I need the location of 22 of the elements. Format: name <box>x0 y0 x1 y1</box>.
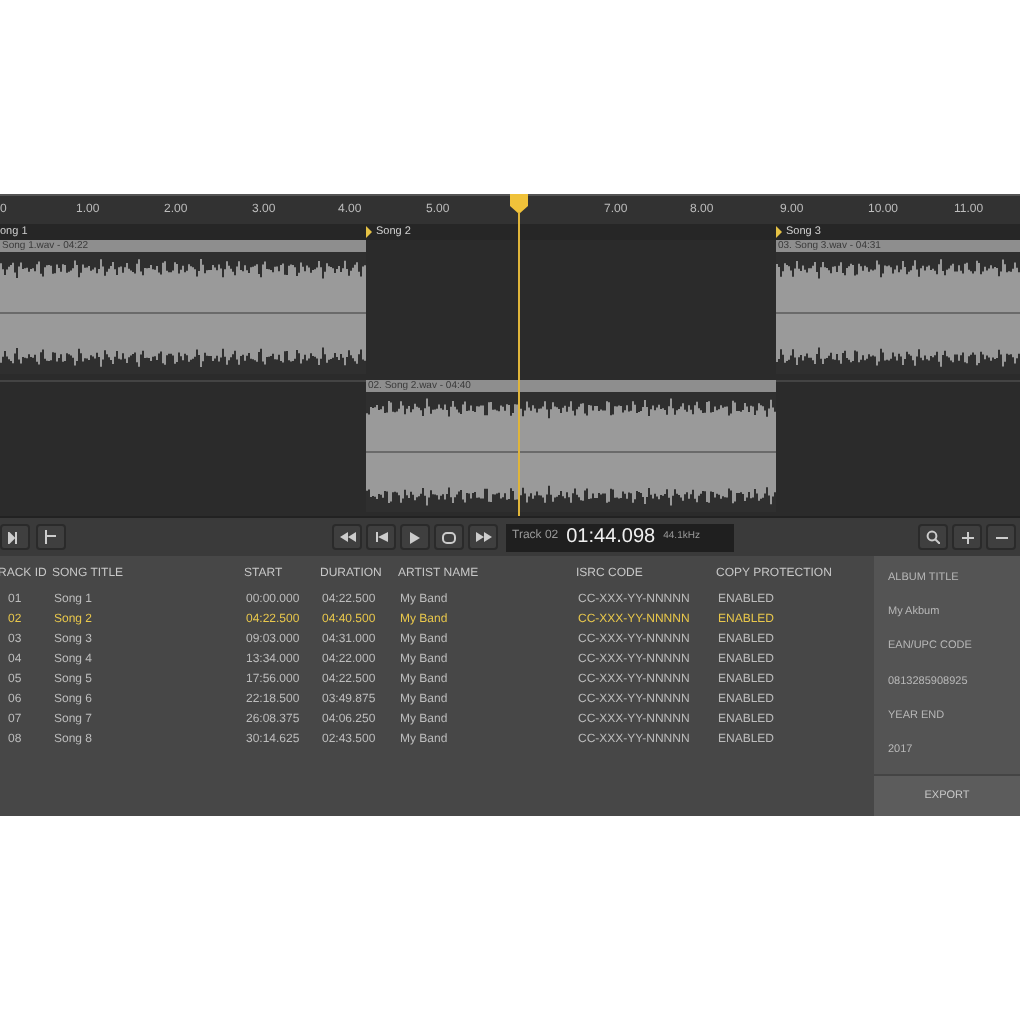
skip-back-icon <box>375 532 387 542</box>
fast-forward-button[interactable] <box>468 524 498 550</box>
marker-icon <box>44 530 58 544</box>
rewind-button[interactable] <box>332 524 362 550</box>
playhead-drawing[interactable] <box>510 194 528 516</box>
marker-button[interactable] <box>36 524 66 550</box>
split-icon <box>7 531 23 543</box>
minus-icon <box>995 531 1007 543</box>
loop-button[interactable] <box>434 524 464 550</box>
play-button[interactable] <box>400 524 430 550</box>
play-icon <box>410 531 420 543</box>
zoom-out-button[interactable] <box>986 524 1016 550</box>
search-button[interactable] <box>918 524 948 550</box>
fast-forward-icon <box>475 532 491 542</box>
search-icon <box>926 530 940 544</box>
plus-icon <box>961 531 973 543</box>
zoom-in-button[interactable] <box>952 524 982 550</box>
time-readout: 01:44.098 <box>566 524 656 552</box>
rewind-icon <box>339 532 355 542</box>
loop-icon <box>442 531 456 543</box>
previous-button[interactable] <box>366 524 396 550</box>
split-button[interactable] <box>0 524 30 550</box>
